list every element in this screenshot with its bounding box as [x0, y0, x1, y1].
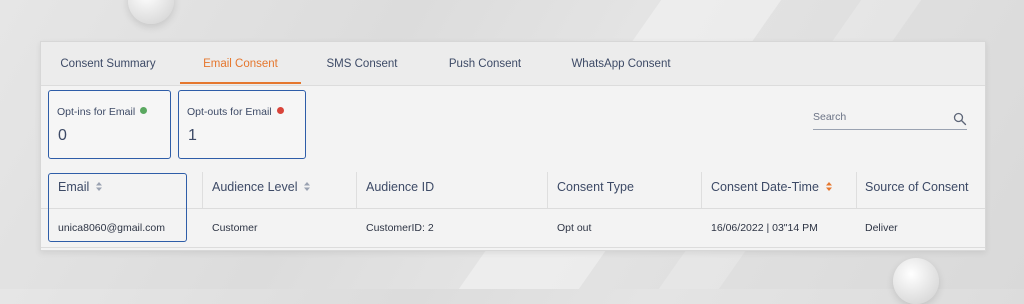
consent-panel: Consent Summary Email Consent SMS Consen… — [40, 41, 986, 251]
column-divider — [356, 172, 357, 208]
tab-push-consent[interactable]: Push Consent — [435, 42, 535, 84]
column-divider — [202, 172, 203, 208]
optouts-count: 1 — [188, 127, 197, 144]
column-header-audience-level-label: Audience Level — [212, 180, 298, 194]
cell-consent-type: Opt out — [557, 222, 592, 234]
column-divider — [856, 172, 857, 208]
column-header-source-of-consent: Source of Consent — [865, 180, 969, 194]
optouts-label-text: Opt-outs for Email — [187, 106, 272, 118]
optins-label: Opt-ins for Email — [57, 106, 148, 118]
background-sphere — [893, 258, 939, 304]
column-header-audience-id: Audience ID — [366, 180, 435, 194]
search-field — [813, 107, 967, 130]
column-divider — [547, 172, 548, 208]
optouts-stat-card: Opt-outs for Email 1 — [178, 90, 306, 159]
column-header-email[interactable]: Email — [58, 172, 103, 208]
tab-sms-consent[interactable]: SMS Consent — [316, 42, 408, 84]
optins-stat-card: Opt-ins for Email 0 — [48, 90, 171, 159]
cell-source-of-consent: Deliver — [865, 222, 898, 234]
sort-arrows-icon[interactable] — [96, 182, 103, 191]
column-header-consent-date-time[interactable]: Consent Date-Time — [711, 172, 832, 208]
search-input[interactable] — [813, 107, 943, 127]
column-header-consent-date-time-label: Consent Date-Time — [711, 180, 819, 194]
cell-audience-id: CustomerID: 2 — [366, 222, 434, 234]
tab-consent-summary[interactable]: Consent Summary — [49, 42, 167, 84]
background-sphere — [128, 0, 174, 24]
cell-audience-level: Customer — [212, 222, 258, 234]
column-divider — [701, 172, 702, 208]
green-status-dot-icon — [140, 107, 148, 114]
tab-whatsapp-consent[interactable]: WhatsApp Consent — [557, 42, 685, 84]
optins-label-text: Opt-ins for Email — [57, 106, 136, 118]
tab-email-consent[interactable]: Email Consent — [180, 42, 301, 84]
table-header-row: Email Audience Level Audience ID Consent… — [41, 172, 985, 209]
active-tab-indicator — [180, 82, 301, 84]
sort-arrows-icon[interactable] — [304, 182, 311, 191]
optouts-label: Opt-outs for Email — [187, 106, 284, 118]
search-icon[interactable] — [953, 112, 967, 126]
column-header-email-label: Email — [58, 180, 90, 194]
optins-count: 0 — [58, 127, 67, 144]
column-header-consent-type: Consent Type — [557, 180, 634, 194]
column-header-audience-level[interactable]: Audience Level — [212, 172, 311, 208]
red-status-dot-icon — [276, 107, 284, 114]
consent-tabs: Consent Summary Email Consent SMS Consen… — [41, 42, 985, 86]
table-row[interactable]: unica8060@gmail.com Customer CustomerID:… — [41, 209, 985, 248]
sort-arrows-active-icon[interactable] — [825, 182, 832, 191]
cell-email: unica8060@gmail.com — [58, 222, 165, 234]
cell-consent-date-time: 16/06/2022 | 03"14 PM — [711, 222, 818, 234]
